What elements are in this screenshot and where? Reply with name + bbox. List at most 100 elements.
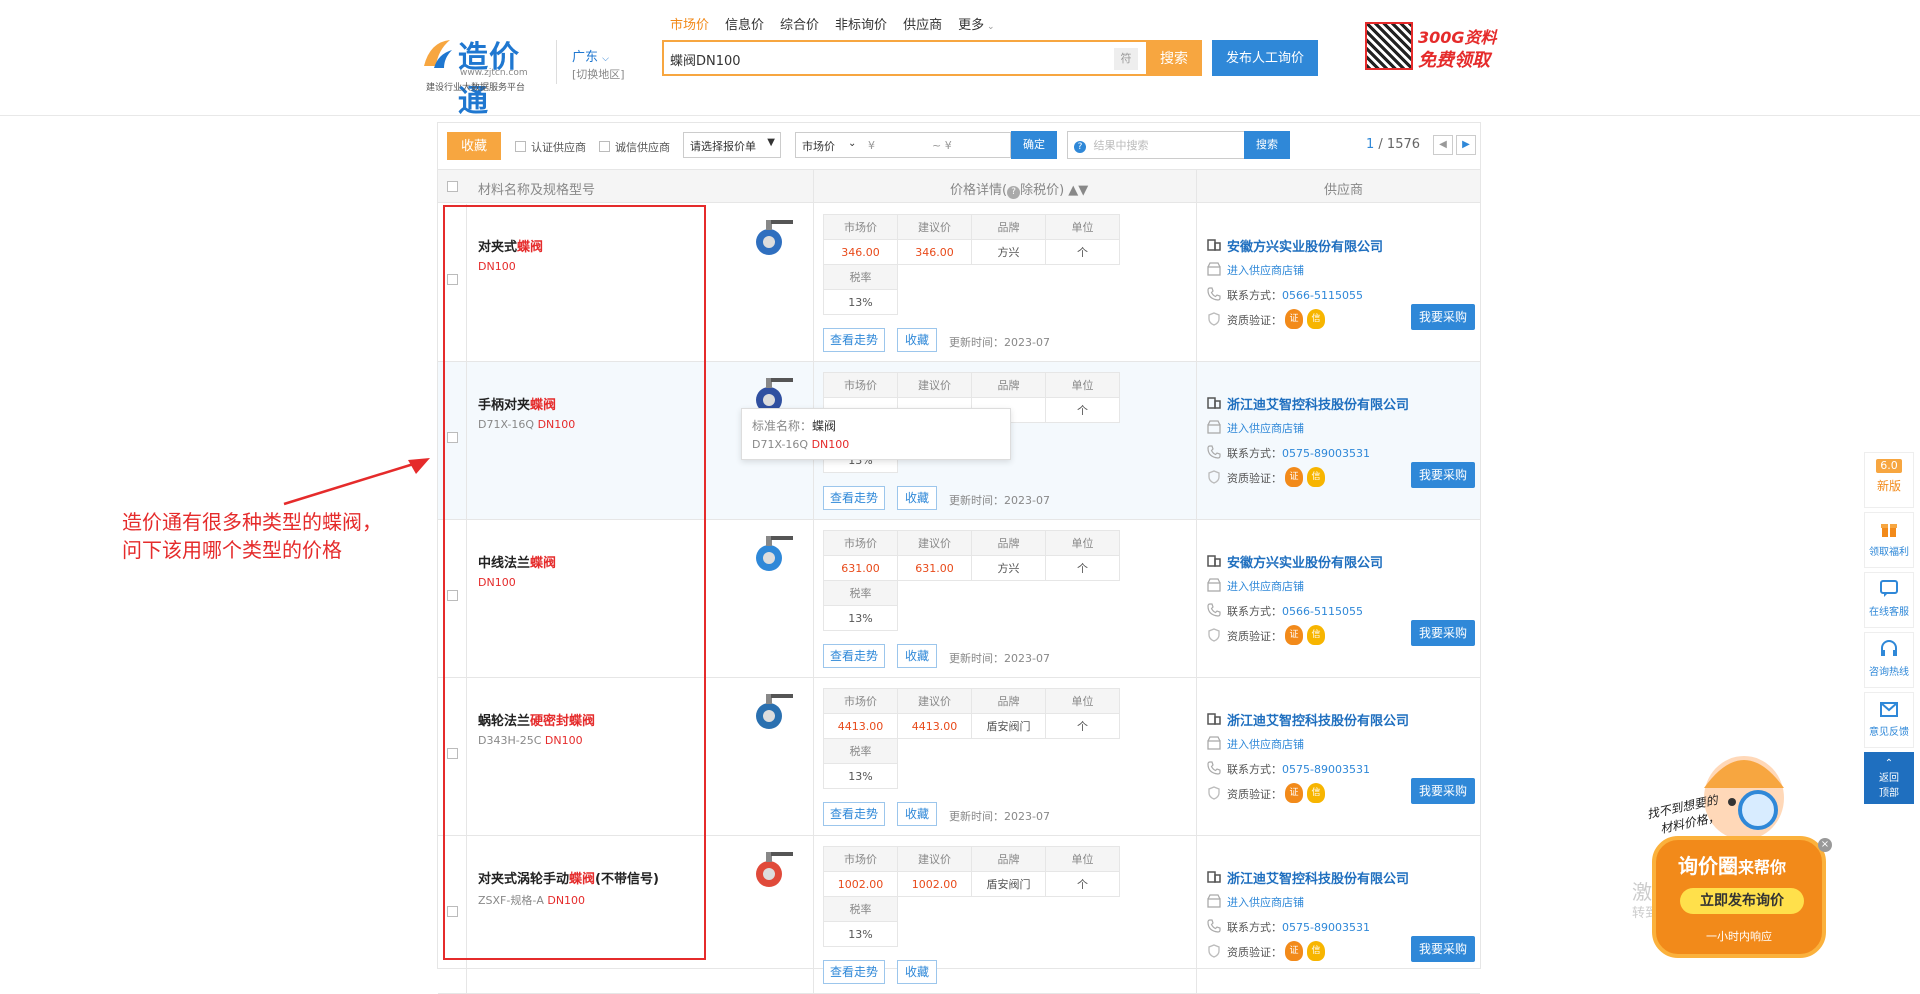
quote-list-select[interactable]: 请选择报价单 ▼ bbox=[683, 132, 781, 158]
nav-composite-price[interactable]: 综合价 bbox=[780, 14, 819, 33]
buy-button[interactable]: 我要采购 bbox=[1411, 304, 1475, 330]
qualification-badge-icon[interactable]: 信 bbox=[1307, 467, 1325, 487]
promo-text-2[interactable]: 免费领取 bbox=[1418, 46, 1490, 72]
price-detail-cell: 市场价 建议价 品牌 单位 346.00 346.00 方兴 个 税率 13% … bbox=[814, 204, 1196, 362]
qualification-badge-icon[interactable]: 证 bbox=[1285, 309, 1303, 329]
valve-image-icon[interactable] bbox=[753, 532, 795, 574]
sort-down-icon[interactable]: ▼ bbox=[1078, 183, 1088, 198]
view-trend-button[interactable]: 查看走势 bbox=[823, 644, 885, 668]
supplier-name[interactable]: 安徽方兴实业股份有限公司 bbox=[1227, 236, 1383, 255]
inquiry-promo-card[interactable]: 询价圈来帮你 立即发布询价 一小时内响应 bbox=[1652, 836, 1826, 958]
promo-cta-button[interactable]: 立即发布询价 bbox=[1680, 888, 1804, 914]
prev-page-icon[interactable]: ◀ bbox=[1433, 135, 1453, 155]
hotline-button[interactable]: 咨询热线 bbox=[1864, 632, 1914, 688]
price-to-input[interactable]: ~ ¥ bbox=[932, 139, 952, 152]
col-price-detail[interactable]: 价格详情(? 除税价) ▲▼ bbox=[950, 179, 1088, 199]
enter-shop-link[interactable]: 进入供应商店铺 bbox=[1227, 262, 1304, 278]
price-type-select[interactable]: 市场价 bbox=[802, 140, 835, 153]
qualification-badge-icon[interactable]: 证 bbox=[1285, 783, 1303, 803]
search-button[interactable]: 搜索 bbox=[1146, 40, 1202, 76]
supplier-cell: 浙江迪艾智控科技股份有限公司 进入供应商店铺 联系方式：0575-8900353… bbox=[1197, 836, 1480, 994]
welfare-button[interactable]: 领取福利 bbox=[1864, 512, 1914, 568]
enter-shop-link[interactable]: 进入供应商店铺 bbox=[1227, 420, 1304, 436]
select-all-checkbox[interactable] bbox=[447, 181, 458, 192]
qualification-badge-icon[interactable]: 证 bbox=[1285, 467, 1303, 487]
nav-more[interactable]: 更多 ⌄ bbox=[958, 14, 994, 33]
price-head-unit: 单位 bbox=[1045, 846, 1120, 872]
shop-icon bbox=[1207, 262, 1221, 276]
empty-cell bbox=[898, 764, 972, 789]
valve-image-icon[interactable] bbox=[753, 848, 795, 890]
row-favorite-button[interactable]: 收藏 bbox=[897, 644, 937, 668]
nav-nonstandard-inquiry[interactable]: 非标询价 bbox=[835, 14, 887, 33]
contact-label: 联系方式： bbox=[1227, 605, 1282, 618]
enter-shop-link[interactable]: 进入供应商店铺 bbox=[1227, 894, 1304, 910]
building-icon bbox=[1207, 397, 1221, 409]
row-favorite-button[interactable]: 收藏 bbox=[897, 486, 937, 510]
row-favorite-button[interactable]: 收藏 bbox=[897, 960, 937, 984]
certified-supplier-checkbox[interactable] bbox=[515, 141, 526, 152]
feedback-label: 意见反馈 bbox=[1869, 727, 1909, 738]
nav-supplier[interactable]: 供应商 bbox=[903, 14, 942, 33]
enter-shop-link[interactable]: 进入供应商店铺 bbox=[1227, 736, 1304, 752]
enter-shop-link[interactable]: 进入供应商店铺 bbox=[1227, 578, 1304, 594]
feedback-button[interactable]: 意见反馈 bbox=[1864, 692, 1914, 748]
update-time: 更新时间：2023-07 bbox=[949, 808, 1050, 824]
price-confirm-button[interactable]: 确定 bbox=[1011, 131, 1057, 159]
close-icon[interactable]: × bbox=[1818, 838, 1832, 852]
buy-button[interactable]: 我要采购 bbox=[1411, 462, 1475, 488]
inner-search-button[interactable]: 搜索 bbox=[1244, 131, 1290, 159]
buy-button[interactable]: 我要采购 bbox=[1411, 778, 1475, 804]
price-head-brand: 品牌 bbox=[971, 688, 1046, 714]
valve-image-icon[interactable] bbox=[753, 216, 795, 258]
row-favorite-button[interactable]: 收藏 bbox=[897, 328, 937, 352]
contact-phone: 0575-89003531 bbox=[1282, 763, 1370, 776]
valve-image-icon[interactable] bbox=[753, 690, 795, 732]
feedback-icon bbox=[1880, 702, 1898, 717]
search-input[interactable] bbox=[670, 49, 1090, 69]
qualification-badge-icon[interactable]: 信 bbox=[1307, 783, 1325, 803]
back-to-top-button[interactable]: ⌃ 返回 顶部 bbox=[1864, 752, 1914, 804]
qualification-badge-icon[interactable]: 证 bbox=[1285, 625, 1303, 645]
buy-button[interactable]: 我要采购 bbox=[1411, 620, 1475, 646]
new-version-button[interactable]: 6.0 新版 bbox=[1864, 452, 1914, 508]
view-trend-button[interactable]: 查看走势 bbox=[823, 486, 885, 510]
building-icon bbox=[1207, 871, 1221, 883]
trusted-supplier-checkbox[interactable] bbox=[599, 141, 610, 152]
view-trend-button[interactable]: 查看走势 bbox=[823, 328, 885, 352]
region-selector[interactable]: 广东 ⌵ bbox=[572, 46, 609, 65]
inner-search-input[interactable]: 结果中搜索 bbox=[1094, 139, 1149, 152]
supplier-name[interactable]: 安徽方兴实业股份有限公司 bbox=[1227, 552, 1383, 571]
favorite-button[interactable]: 收藏 bbox=[447, 132, 501, 160]
qualification-badge-icon[interactable]: 信 bbox=[1307, 941, 1325, 961]
empty-cell bbox=[1046, 764, 1120, 789]
supplier-name[interactable]: 浙江迪艾智控科技股份有限公司 bbox=[1227, 710, 1409, 729]
empty-cell bbox=[1046, 265, 1120, 290]
sort-up-icon[interactable]: ▲ bbox=[1068, 183, 1078, 198]
site-logo[interactable]: 造价通 www.zjtcn.com 建设行业大数据服务平台 bbox=[420, 28, 550, 119]
region-switch-link[interactable]: [切换地区] bbox=[572, 66, 625, 82]
qualification-badge-icon[interactable]: 信 bbox=[1307, 309, 1325, 329]
empty-cell bbox=[1046, 922, 1120, 947]
price-head-tax: 税率 bbox=[823, 580, 898, 606]
nav-market-price[interactable]: 市场价 bbox=[670, 14, 709, 33]
nav-info-price[interactable]: 信息价 bbox=[725, 14, 764, 33]
promo-text-1[interactable]: 300G资料 bbox=[1418, 24, 1497, 48]
tax-value: 13% bbox=[823, 921, 898, 947]
supplier-name[interactable]: 浙江迪艾智控科技股份有限公司 bbox=[1227, 394, 1409, 413]
post-inquiry-button[interactable]: 发布人工询价 bbox=[1212, 40, 1318, 76]
price-from-input[interactable]: ¥ bbox=[868, 139, 875, 152]
symbol-picker-icon[interactable]: 符 bbox=[1114, 48, 1138, 70]
supplier-name[interactable]: 浙江迪艾智控科技股份有限公司 bbox=[1227, 868, 1409, 887]
row-favorite-button[interactable]: 收藏 bbox=[897, 802, 937, 826]
buy-button[interactable]: 我要采购 bbox=[1411, 936, 1475, 962]
col-material-name: 材料名称及规格型号 bbox=[478, 183, 596, 198]
qualification-badge-icon[interactable]: 信 bbox=[1307, 625, 1325, 645]
view-trend-button[interactable]: 查看走势 bbox=[823, 960, 885, 984]
view-trend-button[interactable]: 查看走势 bbox=[823, 802, 885, 826]
qualification-badge-icon[interactable]: 证 bbox=[1285, 941, 1303, 961]
next-page-icon[interactable]: ▶ bbox=[1456, 135, 1476, 155]
headset-icon bbox=[1881, 640, 1897, 656]
online-service-button[interactable]: 在线客服 bbox=[1864, 572, 1914, 628]
price-head-tax: 税率 bbox=[823, 738, 898, 764]
